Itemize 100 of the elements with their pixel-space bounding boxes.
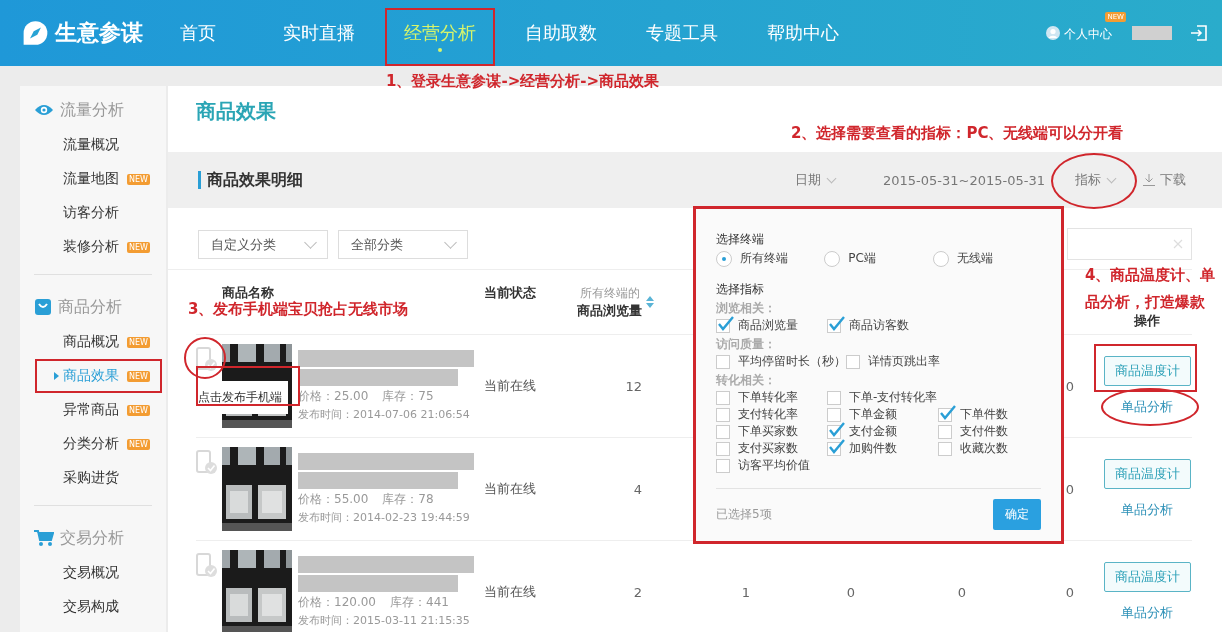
sidebar-section-title: 流量分析 xyxy=(60,99,124,121)
product-stock: 库存：75 xyxy=(382,388,434,405)
new-badge: NEW xyxy=(127,241,150,253)
radio-icon[interactable] xyxy=(824,250,841,267)
metric-checkbox[interactable]: 支付买家数 xyxy=(716,440,827,457)
sidebar-section-title: 交易分析 xyxy=(60,527,124,549)
product-price: 价格：120.00 xyxy=(298,594,376,611)
sidebar-item[interactable]: 交易概况 xyxy=(20,556,166,590)
table-cell-text: 当前在线 xyxy=(483,480,537,498)
product-price: 价格：55.00 xyxy=(298,491,369,508)
checkbox-icon[interactable] xyxy=(827,390,841,405)
table-cell: 0 xyxy=(957,584,967,600)
mobile-publish-icon[interactable] xyxy=(196,347,218,373)
metric-checkbox[interactable]: 下单买家数 xyxy=(716,423,827,440)
category-dropdown[interactable]: 全部分类 xyxy=(338,230,468,259)
group-title: 转化相关： xyxy=(716,372,777,389)
checkbox-icon[interactable] xyxy=(846,354,860,369)
redacted-username xyxy=(1132,26,1172,40)
column-header: 操作 xyxy=(1133,312,1161,330)
search-field[interactable] xyxy=(1067,228,1192,260)
metric-checkbox[interactable]: 详情页跳出率 xyxy=(846,353,957,370)
table-cell: 12 xyxy=(625,378,642,394)
sidebar-section-title: 商品分析 xyxy=(58,296,122,318)
popup-label: 选择指标 xyxy=(716,281,765,298)
terminal-radio[interactable]: 无线端 xyxy=(932,250,1041,267)
metric-checkbox[interactable]: 支付件数 xyxy=(938,423,1049,440)
download-button[interactable]: 下载 xyxy=(1139,167,1190,193)
table-cell: 2 xyxy=(633,584,642,600)
publish-time: 发布时间：2014-02-23 19:44:59 xyxy=(298,510,471,525)
table-cell: 0 xyxy=(1065,481,1074,497)
new-badge: NEW xyxy=(127,336,150,348)
checkbox-icon[interactable] xyxy=(716,407,730,422)
sidebar-item[interactable]: 流量概况 xyxy=(20,128,166,162)
checkbox-icon[interactable] xyxy=(716,390,730,405)
checkbox-icon[interactable] xyxy=(716,354,730,369)
publish-time: 发布时间：2014-07-06 21:06:54 xyxy=(298,407,471,422)
table-cell: 0 xyxy=(1065,584,1074,600)
clear-icon[interactable] xyxy=(1173,239,1183,249)
radio-icon[interactable] xyxy=(716,250,732,267)
radio-icon[interactable] xyxy=(932,250,949,267)
checkbox-icon[interactable] xyxy=(716,458,730,473)
annotation-text: 3、发布手机端宝贝抢占无线市场 xyxy=(188,300,409,319)
popup-label: 选择终端 xyxy=(716,231,765,248)
checkbox-icon[interactable] xyxy=(716,441,730,456)
column-header: 商品名称 xyxy=(221,284,275,301)
single-analysis-link[interactable]: 单品分析 xyxy=(1121,399,1173,414)
metric-checkbox[interactable]: 下单-支付转化率 xyxy=(827,389,938,406)
column-header: 所有终端的 商品浏览量 xyxy=(577,284,642,320)
annotation-text: 2、选择需要查看的指标：PC、无线端可以分开看 xyxy=(791,124,1124,143)
sort-icon[interactable] xyxy=(646,295,654,309)
metric-checkbox[interactable]: 下单转化率 xyxy=(716,389,827,406)
terminal-radio[interactable]: 所有终端 xyxy=(716,250,825,267)
checkbox-icon[interactable] xyxy=(938,424,952,439)
checkbox-icon[interactable] xyxy=(716,424,730,439)
group-title: 访问质量： xyxy=(716,336,777,353)
sidebar-item[interactable]: 分类分析 NEW xyxy=(20,427,166,461)
sidebar-item[interactable]: 交易构成 xyxy=(20,590,166,624)
table-cell: 0 xyxy=(1065,378,1074,394)
annotation-text: 1、登录生意参谋->经营分析->商品效果 xyxy=(386,72,660,91)
new-badge: NEW xyxy=(127,173,150,185)
shopping-cart-icon xyxy=(34,529,54,547)
table-cell-text: 当前在线 xyxy=(483,377,537,395)
new-badge: NEW xyxy=(127,370,150,382)
table-cell: 4 xyxy=(633,481,642,497)
sidebar-item[interactable]: 异常商品 NEW xyxy=(20,393,166,427)
sidebar-item[interactable]: 装修分析 NEW xyxy=(20,230,166,264)
sidebar-item[interactable]: 访客分析 xyxy=(20,196,166,230)
single-analysis-link[interactable]: 单品分析 xyxy=(1121,605,1173,620)
section-title: 商品效果明细 xyxy=(198,171,303,189)
sidebar-item[interactable]: 采购进货 xyxy=(20,461,166,495)
metrics-dropdown[interactable]: 指标 xyxy=(1071,167,1123,193)
sidebar-item[interactable]: 流量地图 NEW xyxy=(20,162,166,196)
metric-checkbox[interactable]: 下单金额 xyxy=(827,406,938,423)
download-icon xyxy=(1143,174,1155,186)
annotation-text: 4、商品温度计、单品分析，打造爆款 xyxy=(1085,265,1217,313)
shopping-bag-icon xyxy=(34,298,52,316)
metric-checkbox[interactable]: 支付转化率 xyxy=(716,406,827,423)
metric-checkbox[interactable]: 平均停留时长（秒） xyxy=(716,353,846,370)
category-dropdown[interactable]: 自定义分类 xyxy=(198,230,328,259)
single-analysis-link[interactable]: 单品分析 xyxy=(1121,502,1173,517)
terminal-radio[interactable]: PC端 xyxy=(824,250,933,267)
product-stock: 库存：441 xyxy=(390,594,449,611)
new-badge: NEW xyxy=(127,404,150,416)
new-badge: NEW xyxy=(127,438,150,450)
page-title: 商品效果 xyxy=(196,98,276,125)
checkbox-icon[interactable] xyxy=(938,441,952,456)
date-dropdown[interactable]: 日期 xyxy=(791,167,843,193)
date-range: 2015-05-31~2015-05-31 xyxy=(883,172,1045,188)
checkbox-icon[interactable] xyxy=(827,407,841,422)
logout-icon[interactable] xyxy=(1190,25,1208,41)
sidebar-item[interactable]: 商品概况 NEW xyxy=(20,325,166,359)
group-title: 浏览相关： xyxy=(716,300,777,317)
publish-time: 发布时间：2015-03-11 21:15:35 xyxy=(298,613,471,628)
column-header: 当前状态 xyxy=(483,284,537,302)
caret-icon xyxy=(54,372,59,380)
table-cell: 0 xyxy=(846,584,856,600)
metric-checkbox[interactable]: 访客平均价值 xyxy=(716,457,827,474)
metric-checkbox[interactable]: 收藏次数 xyxy=(938,440,1049,457)
selected-count: 已选择5项 xyxy=(716,506,772,523)
product-stock: 库存：78 xyxy=(382,491,434,508)
